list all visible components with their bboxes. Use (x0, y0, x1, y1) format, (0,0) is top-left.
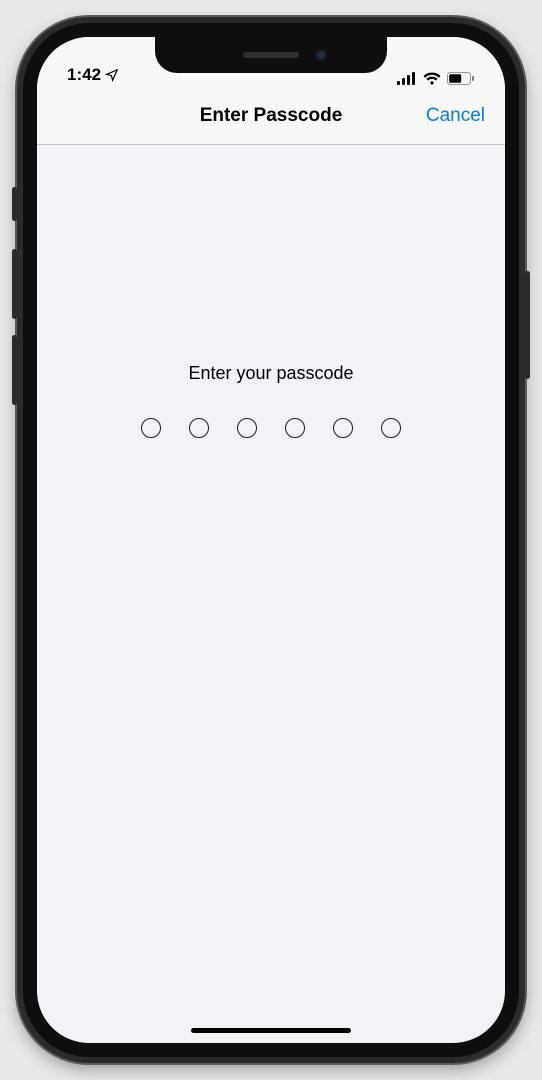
cellular-signal-icon (397, 72, 417, 85)
navigation-bar: Enter Passcode Cancel (37, 87, 505, 145)
passcode-content: Enter your passcode (37, 145, 505, 1043)
silent-switch (12, 187, 17, 221)
passcode-dot (381, 418, 401, 438)
passcode-dot (141, 418, 161, 438)
volume-up-button (12, 249, 17, 319)
passcode-dot (189, 418, 209, 438)
wifi-icon (423, 72, 441, 85)
device-frame: 1:42 (17, 17, 525, 1063)
passcode-dots[interactable] (141, 418, 401, 438)
front-camera (315, 49, 327, 61)
device-bezel: 1:42 (23, 23, 519, 1057)
passcode-dot (237, 418, 257, 438)
passcode-dot (333, 418, 353, 438)
battery-icon (447, 72, 475, 85)
screen: 1:42 (37, 37, 505, 1043)
power-button (525, 271, 530, 379)
passcode-prompt: Enter your passcode (188, 363, 353, 384)
status-time: 1:42 (67, 65, 101, 85)
passcode-dot (285, 418, 305, 438)
cancel-button[interactable]: Cancel (426, 105, 505, 127)
volume-down-button (12, 335, 17, 405)
notch (155, 37, 387, 73)
speaker-grille (243, 52, 299, 58)
home-indicator[interactable] (191, 1028, 351, 1033)
location-icon (105, 68, 119, 82)
